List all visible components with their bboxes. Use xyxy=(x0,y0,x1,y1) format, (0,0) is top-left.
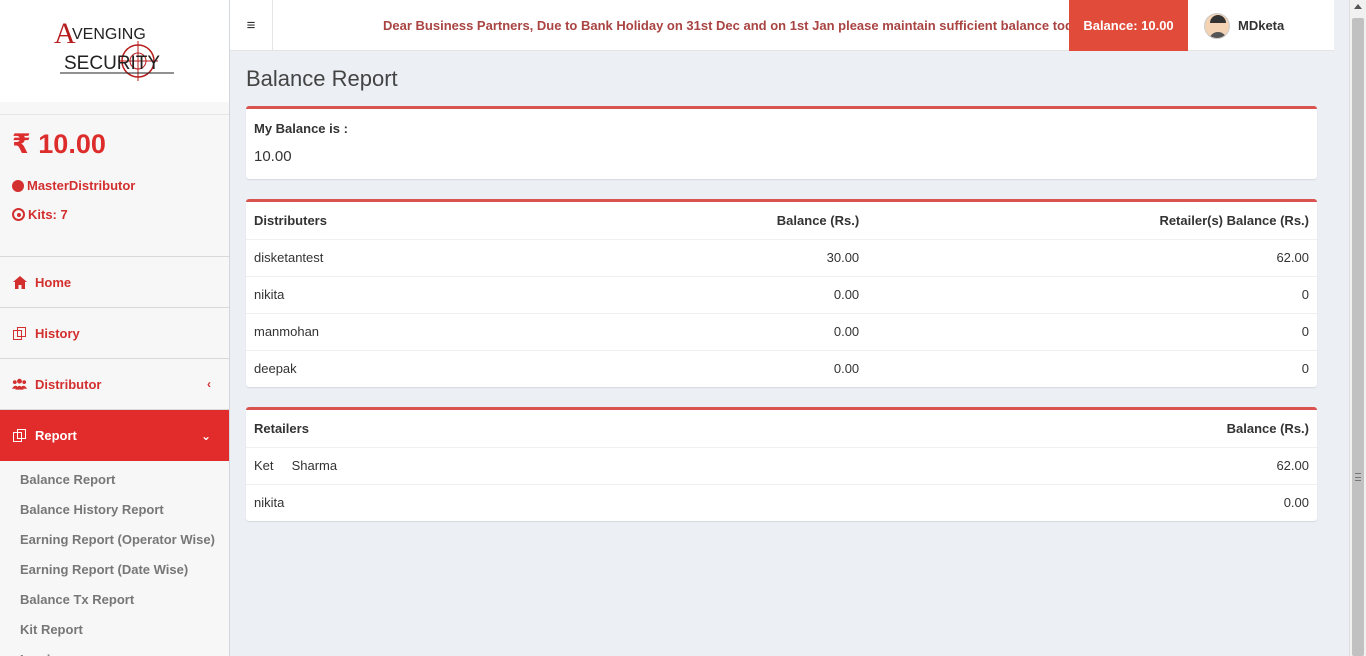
copy-icon xyxy=(12,429,27,442)
submenu-balance-report[interactable]: Balance Report xyxy=(0,465,229,495)
table-cell: 30.00 xyxy=(760,238,868,276)
submenu-earning-report-date[interactable]: Earning Report (Date Wise) xyxy=(0,555,229,585)
submenu-balance-tx-report[interactable]: Balance Tx Report xyxy=(0,585,229,615)
table-cell: deepak xyxy=(246,349,761,387)
grip-icon xyxy=(1355,473,1361,481)
notice-marquee: Dear Business Partners, Due to Bank Holi… xyxy=(273,0,1069,51)
sidebar: A VENGING SECURITY ₹ 10.00 MasterDistrib… xyxy=(0,0,230,656)
table-header-row: Distributers Balance (Rs.) Retailer(s) B… xyxy=(246,202,1317,239)
menu-toggle-icon[interactable]: ≡ xyxy=(230,0,273,51)
home-icon xyxy=(12,275,27,289)
top-header: ≡ Dear Business Partners, Due to Bank Ho… xyxy=(230,0,1334,51)
copy-icon xyxy=(12,326,27,340)
table-row: nikita 0.00 xyxy=(246,483,1317,521)
retailers-box: Retailers Balance (Rs.) Ket Sharma 62.00… xyxy=(246,407,1317,521)
sidebar-nav: Home History Distributor ‹ Report ⌄ xyxy=(0,256,229,461)
avatar xyxy=(1204,12,1230,39)
table-cell: 0 xyxy=(867,312,1317,350)
table-header-row: Retailers Balance (Rs.) xyxy=(246,410,1317,447)
submenu-kit-report[interactable]: Kit Report xyxy=(0,615,229,645)
table-cell: 62.00 xyxy=(783,446,1317,484)
table-cell: 0 xyxy=(867,349,1317,387)
table-row: Ket Sharma 62.00 xyxy=(246,446,1317,484)
scroll-thumb[interactable] xyxy=(1352,18,1364,656)
table-row: deepak 0.00 0 xyxy=(246,349,1317,387)
sidebar-item-label: Report xyxy=(35,428,77,443)
sidebar-item-label: History xyxy=(35,325,80,341)
report-submenu: Balance Report Balance History Report Ea… xyxy=(0,461,229,656)
table-row: nikita 0.00 0 xyxy=(246,275,1317,313)
table-row: manmohan 0.00 0 xyxy=(246,312,1317,350)
users-icon xyxy=(12,378,27,390)
distributors-box: Distributers Balance (Rs.) Retailer(s) B… xyxy=(246,199,1317,387)
role-status: MasterDistributor xyxy=(12,178,217,193)
table-cell: 0.00 xyxy=(760,312,868,350)
table-cell: 0 xyxy=(867,275,1317,313)
sidebar-item-label: Home xyxy=(35,274,72,290)
chevron-down-icon: ⌄ xyxy=(200,428,211,443)
user-circle-icon xyxy=(12,208,25,221)
logo[interactable]: A VENGING SECURITY xyxy=(0,0,229,102)
page-title: Balance Report xyxy=(246,66,398,91)
column-header: Balance (Rs.) xyxy=(776,212,860,228)
table-cell: manmohan xyxy=(246,312,761,350)
logo-text-bottom: SECURITY xyxy=(64,53,160,74)
submenu-earning-report-operator[interactable]: Earning Report (Operator Wise) xyxy=(0,525,229,555)
retailers-table: Retailers Balance (Rs.) Ket Sharma 62.00… xyxy=(246,410,1317,521)
username: MDketa xyxy=(1238,18,1285,33)
sidebar-item-label: Distributor xyxy=(35,376,102,392)
table-cell: 0.00 xyxy=(783,483,1317,521)
sidebar-item-home[interactable]: Home xyxy=(0,257,229,308)
wallet-amount: ₹ 10.00 xyxy=(12,129,106,159)
my-balance-label: My Balance is : xyxy=(254,121,348,136)
table-cell: 0.00 xyxy=(760,349,868,387)
my-balance-box: My Balance is : 10.00 xyxy=(246,106,1317,179)
kits-count: Kits: 7 xyxy=(12,207,217,222)
table-cell: nikita xyxy=(246,275,761,313)
balance-badge[interactable]: Balance: 10.00 xyxy=(1069,0,1188,51)
sidebar-item-distributor[interactable]: Distributor ‹ xyxy=(0,359,229,410)
table-cell: Ket Sharma xyxy=(246,446,784,484)
column-header: Retailer(s) Balance (Rs.) xyxy=(1159,212,1309,228)
table-cell: 0.00 xyxy=(760,275,868,313)
chevron-left-icon: ‹ xyxy=(207,377,211,391)
column-header: Balance (Rs.) xyxy=(1226,420,1309,436)
role-label: MasterDistributor xyxy=(27,178,136,193)
sidebar-item-history[interactable]: History xyxy=(0,308,229,359)
table-cell: disketantest xyxy=(246,238,761,276)
status-dot-icon xyxy=(12,179,24,192)
notice-text: Dear Business Partners, Due to Bank Holi… xyxy=(383,18,1069,33)
wallet-panel: ₹ 10.00 MasterDistributor Kits: 7 xyxy=(0,114,229,246)
column-header: Distributers xyxy=(254,212,327,228)
main-content: Balance Report My Balance is : 10.00 Dis… xyxy=(246,52,1317,541)
scroll-up-arrow-icon[interactable] xyxy=(1354,4,1362,9)
table-row: disketantest 30.00 62.00 xyxy=(246,238,1317,276)
page-scrollbar[interactable] xyxy=(1349,0,1366,656)
kits-label: Kits: 7 xyxy=(28,207,68,222)
column-header: Retailers xyxy=(254,420,309,436)
submenu-balance-history-report[interactable]: Balance History Report xyxy=(0,495,229,525)
sidebar-item-report[interactable]: Report ⌄ xyxy=(0,410,229,461)
logo-text-top: VENGING xyxy=(72,26,146,43)
submenu-invoice[interactable]: Invoice xyxy=(0,645,229,656)
distributors-table: Distributers Balance (Rs.) Retailer(s) B… xyxy=(246,202,1317,387)
user-menu[interactable]: MDketa xyxy=(1188,0,1334,51)
my-balance-value: 10.00 xyxy=(254,148,292,165)
table-cell: 62.00 xyxy=(867,238,1317,276)
table-cell: nikita xyxy=(246,483,784,521)
